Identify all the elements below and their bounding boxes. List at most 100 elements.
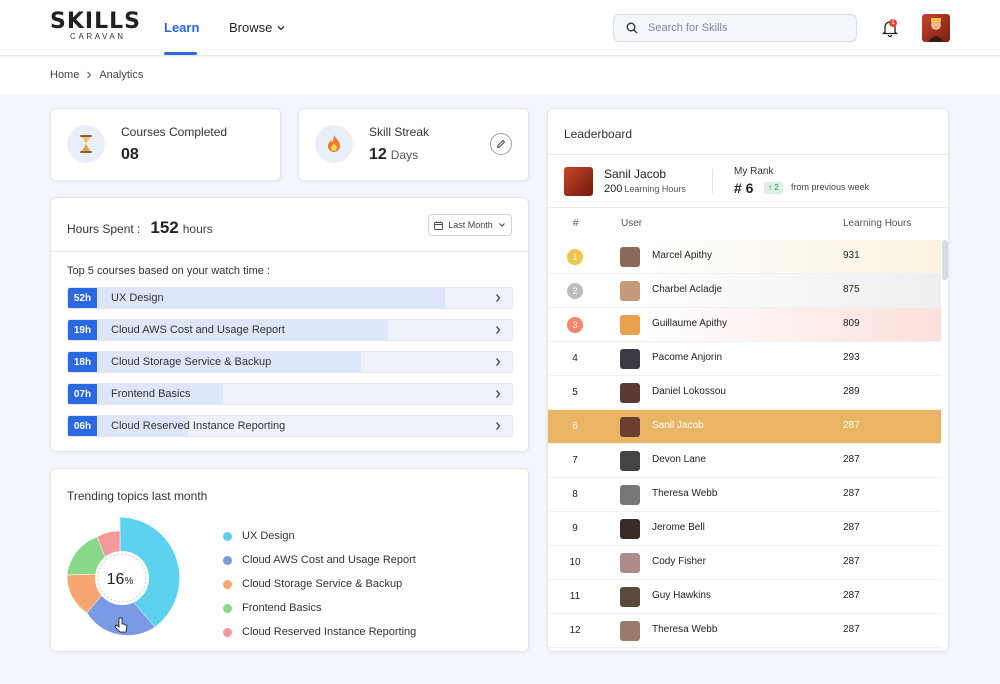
search-box[interactable] — [613, 14, 857, 42]
course-hours-badge: 07h — [68, 384, 97, 404]
rank-cell: 4 — [572, 353, 578, 364]
trending-topics-title: Trending topics last month — [67, 489, 208, 503]
nav-learn-tab[interactable]: Learn — [164, 20, 199, 35]
legend-label: Cloud Reserved Instance Reporting — [242, 626, 417, 638]
course-name: Cloud Storage Service & Backup — [111, 356, 272, 368]
leaderboard-row[interactable]: 11 Guy Hawkins 287 — [548, 580, 941, 614]
legend-item[interactable]: Cloud Reserved Instance Reporting — [223, 620, 416, 644]
user-avatar — [620, 281, 640, 301]
leaderboard-row[interactable]: 2 Charbel Acladje 875 — [548, 274, 941, 308]
user-avatar — [620, 417, 640, 437]
nav-browse-dropdown[interactable]: Browse — [229, 20, 286, 35]
rank-medal: 3 — [567, 316, 583, 333]
divider — [548, 154, 948, 155]
leaderboard-row[interactable]: 3 Guillaume Apithy 809 — [548, 308, 941, 342]
search-input[interactable] — [648, 22, 838, 34]
column-header-hours: Learning Hours — [843, 218, 912, 229]
leaderboard-row-current-user[interactable]: 6 Sanil Jacob 287 — [548, 410, 941, 444]
course-row[interactable]: 07h Frontend Basics — [67, 383, 513, 405]
rank-change-label: from previous week — [791, 182, 870, 192]
trending-donut-chart[interactable]: 16% — [65, 517, 185, 637]
leaderboard-row[interactable]: 9 Jerome Bell 287 — [548, 512, 941, 546]
user-avatar — [620, 519, 640, 539]
rank-change-badge: ↑ 2 — [764, 182, 783, 194]
top-navigation-bar: SKILLS CARAVAN Learn Browse 1 — [0, 0, 1000, 56]
breadcrumb-current: Analytics — [99, 69, 144, 81]
leaderboard-row[interactable]: 1 Marcel Apithy 931 — [548, 240, 941, 274]
my-hours-label: Learning Hours — [624, 184, 686, 194]
user-avatar — [620, 247, 640, 267]
user-avatar — [620, 315, 640, 335]
legend-item[interactable]: Cloud Storage Service & Backup — [223, 572, 416, 596]
chevron-right-icon — [496, 358, 501, 366]
leaderboard-row[interactable]: 7 Devon Lane 287 — [548, 444, 941, 478]
courses-completed-value: 08 — [121, 146, 139, 163]
user-name: Theresa Webb — [652, 624, 718, 635]
user-avatar — [620, 383, 640, 403]
top-courses-subtitle: Top 5 courses based on your watch time : — [67, 265, 270, 277]
leaderboard-scrollbar[interactable] — [942, 240, 948, 280]
skill-streak-value: 12 Days — [369, 146, 418, 164]
legend-label: Frontend Basics — [242, 602, 322, 614]
user-name: Marcel Apithy — [652, 250, 713, 261]
chevron-down-icon — [277, 25, 285, 30]
rank-cell: 12 — [569, 625, 581, 636]
rank-cell: 9 — [572, 523, 578, 534]
user-avatar — [620, 553, 640, 573]
my-learning-hours: 200 Learning Hours — [604, 183, 686, 195]
course-hours-badge: 18h — [68, 352, 97, 372]
legend-dot — [223, 531, 232, 541]
fire-icon — [315, 125, 353, 163]
leaderboard-row[interactable]: 10 Cody Fisher 287 — [548, 546, 941, 580]
user-avatar[interactable] — [922, 14, 950, 42]
skill-streak-number: 12 — [369, 146, 387, 163]
leaderboard-row[interactable]: 12 Theresa Webb 287 — [548, 614, 941, 648]
leaderboard-row[interactable]: 8 Theresa Webb 287 — [548, 478, 941, 512]
breadcrumb: Home Analytics — [50, 69, 143, 81]
leaderboard-row[interactable]: 4 Pacome Anjorin 293 — [548, 342, 941, 376]
course-hours-badge: 19h — [68, 320, 97, 340]
course-row[interactable]: 18h Cloud Storage Service & Backup — [67, 351, 513, 373]
trending-legend: UX Design Cloud AWS Cost and Usage Report… — [223, 524, 416, 644]
edit-streak-button[interactable] — [490, 133, 512, 155]
search-icon — [626, 22, 638, 34]
user-avatar — [620, 451, 640, 471]
learning-hours-value: 287 — [843, 556, 860, 567]
donut-center-unit: % — [124, 576, 133, 587]
chevron-right-icon — [496, 326, 501, 334]
legend-item[interactable]: UX Design — [223, 524, 416, 548]
logo[interactable]: SKILLS CARAVAN — [50, 11, 140, 42]
user-name: Jerome Bell — [652, 522, 705, 533]
user-name: Devon Lane — [652, 454, 706, 465]
user-avatar — [620, 587, 640, 607]
learning-hours-value: 287 — [843, 420, 860, 431]
learning-hours-value: 293 — [843, 352, 860, 363]
rank-cell: 5 — [572, 387, 578, 398]
user-name: Theresa Webb — [652, 488, 718, 499]
leaderboard-row[interactable]: 5 Daniel Lokossou 289 — [548, 376, 941, 410]
legend-item[interactable]: Frontend Basics — [223, 596, 416, 620]
rank-cell: 7 — [572, 455, 578, 466]
user-avatar — [620, 349, 640, 369]
legend-dot — [223, 579, 232, 589]
calendar-icon — [434, 221, 444, 230]
skill-streak-label: Skill Streak — [369, 125, 430, 139]
chevron-right-icon — [496, 422, 501, 430]
course-row[interactable]: 19h Cloud AWS Cost and Usage Report — [67, 319, 513, 341]
divider — [548, 207, 948, 208]
legend-item[interactable]: Cloud AWS Cost and Usage Report — [223, 548, 416, 572]
hourglass-icon — [67, 125, 105, 163]
rank-cell: 1 — [565, 240, 585, 273]
course-row[interactable]: 52h UX Design — [67, 287, 513, 309]
column-header-user: User — [621, 218, 643, 229]
learning-hours-value: 875 — [843, 284, 860, 295]
period-select[interactable]: Last Month — [428, 214, 512, 236]
course-row[interactable]: 06h Cloud Reserved Instance Reporting — [67, 415, 513, 437]
learning-hours-value: 931 — [843, 250, 860, 261]
my-name: Sanil Jacob — [604, 167, 667, 181]
user-avatar — [620, 485, 640, 505]
donut-center-value: 16 — [107, 571, 125, 588]
course-name: Cloud AWS Cost and Usage Report — [111, 324, 285, 336]
breadcrumb-home-link[interactable]: Home — [50, 69, 79, 81]
active-tab-indicator — [164, 52, 197, 55]
